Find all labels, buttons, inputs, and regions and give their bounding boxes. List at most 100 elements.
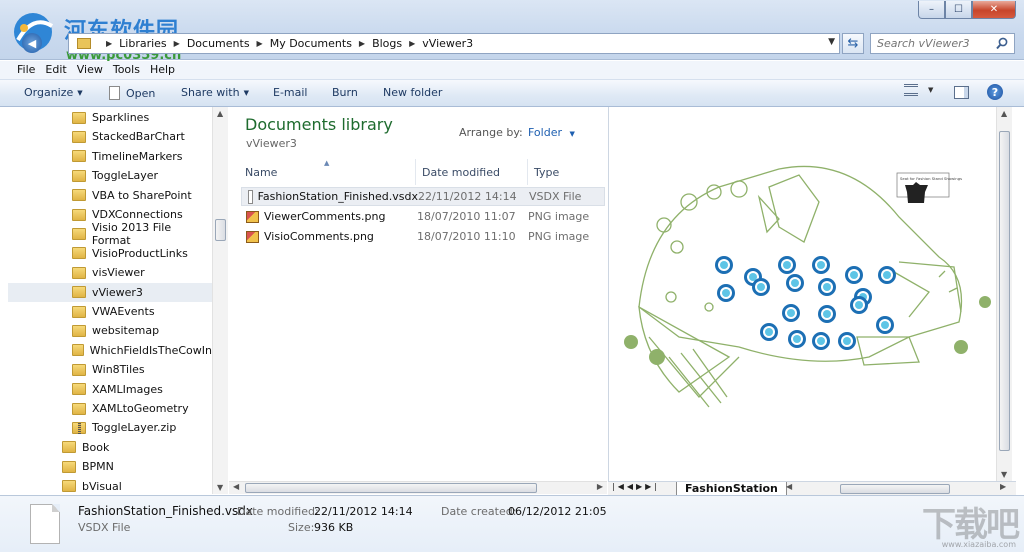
tree-scrollbar[interactable]: ▲ ▼ (212, 107, 228, 494)
tree-item[interactable]: ToggleLayer.zip (8, 418, 212, 437)
breadcrumb-blogs[interactable]: Blogs (372, 37, 402, 50)
window-controls: – ☐ ✕ (918, 1, 1016, 19)
scroll-down-icon[interactable]: ▼ (1001, 470, 1007, 479)
scroll-left-icon[interactable]: ◀ (233, 482, 239, 491)
search-icon[interactable] (996, 37, 1008, 50)
tree-item[interactable]: bVisual (8, 477, 212, 494)
chevron-right-icon[interactable]: ▶ (359, 39, 365, 48)
caret-down-icon: ▼ (77, 88, 83, 97)
scroll-thumb[interactable] (840, 484, 950, 494)
caret-down-icon: ▼ (928, 86, 934, 94)
scroll-right-icon[interactable]: ▶ (597, 482, 603, 491)
menu-tools[interactable]: Tools (108, 61, 145, 79)
tree-item[interactable]: VisioProductLinks (8, 244, 212, 263)
round-table-icon (717, 284, 735, 302)
share-with-button[interactable]: Share with ▼ (181, 86, 249, 99)
scroll-right-icon[interactable]: ▶ (1000, 482, 1006, 491)
tree-item[interactable]: StackedBarChart (8, 127, 212, 146)
folder-icon (62, 441, 76, 454)
round-table-icon (812, 256, 830, 274)
help-button[interactable]: ? (987, 84, 1003, 100)
chevron-right-icon[interactable]: ▶ (174, 39, 180, 48)
scroll-thumb[interactable] (245, 483, 537, 493)
tree-item[interactable]: XAMLImages (8, 380, 212, 399)
breadcrumb-libraries[interactable]: Libraries (119, 37, 167, 50)
round-table-icon (876, 316, 894, 334)
document-icon (109, 86, 120, 100)
column-header-date[interactable]: Date modified (416, 159, 528, 185)
tree-item[interactable]: websitemap (8, 321, 212, 340)
arrange-by-label: Arrange by: (459, 126, 523, 139)
menu-bar: File Edit View Tools Help (0, 61, 1024, 80)
scroll-thumb[interactable] (999, 131, 1010, 451)
search-box[interactable] (870, 33, 1015, 54)
folder-icon (72, 344, 84, 357)
file-row[interactable]: FashionStation_Finished.vsdx 22/11/2012 1… (241, 187, 605, 206)
open-button[interactable]: Open (109, 86, 155, 100)
tree-item[interactable]: vViewer3 (8, 282, 212, 302)
page-nav-arrows-icon[interactable]: |◀◀▶▶| (612, 482, 660, 491)
organize-label: Organize (24, 86, 74, 99)
file-list-hscrollbar[interactable]: ◀ ▶ (229, 481, 607, 494)
maximize-button[interactable]: ☐ (945, 1, 972, 19)
email-label: E-mail (273, 86, 308, 99)
back-button[interactable]: ◀ (22, 33, 42, 53)
tree-item[interactable]: Sparklines (8, 108, 212, 127)
column-header-type[interactable]: Type (528, 159, 598, 185)
column-header-name[interactable]: Name (239, 159, 416, 185)
burn-button[interactable]: Burn (332, 86, 358, 99)
organize-button[interactable]: Organize ▼ (24, 86, 83, 99)
file-name-cell: VisioComments.png (241, 230, 417, 243)
refresh-button[interactable]: ⇆ (842, 33, 864, 54)
close-button[interactable]: ✕ (972, 1, 1016, 19)
tree-item[interactable]: Win8Tiles (8, 360, 212, 379)
folder-icon (72, 383, 86, 396)
scroll-down-icon[interactable]: ▼ (217, 483, 223, 492)
preview-pane-icon (954, 86, 969, 99)
tree-item[interactable]: BPMN (8, 457, 212, 476)
scroll-thumb[interactable] (215, 219, 226, 241)
tree-item[interactable]: TimelineMarkers (8, 147, 212, 166)
breadcrumb-vviewer3[interactable]: vViewer3 (422, 37, 473, 50)
file-row[interactable]: VisioComments.png 18/07/2010 11:10 PNG ima… (241, 227, 605, 246)
folder-icon (72, 286, 86, 299)
arrange-by-dropdown[interactable]: Folder ▼ (528, 126, 575, 139)
tree-item[interactable]: visViewer (8, 263, 212, 282)
tree-item[interactable]: VWAEvents (8, 302, 212, 321)
chevron-right-icon[interactable]: ▶ (409, 39, 415, 48)
scroll-up-icon[interactable]: ▲ (1001, 109, 1007, 118)
nav-buttons: ◀ (22, 33, 42, 53)
address-bar[interactable]: ▶ Libraries ▶ Documents ▶ My Documents ▶… (68, 33, 840, 54)
tree-item[interactable]: Visio 2013 File Format (8, 221, 212, 247)
scroll-up-icon[interactable]: ▲ (217, 109, 223, 118)
tree-item[interactable]: XAMLtoGeometry (8, 399, 212, 418)
tree-item[interactable]: VBA to SharePoint (8, 186, 212, 205)
menu-help[interactable]: Help (145, 61, 180, 79)
preview-pane-button[interactable] (954, 86, 969, 99)
menu-edit[interactable]: Edit (40, 61, 71, 79)
round-table-icon (838, 332, 856, 350)
tree-item-label: ToggleLayer (92, 169, 159, 183)
chevron-right-icon[interactable]: ▶ (106, 39, 112, 48)
tree-item[interactable]: ToggleLayer (8, 166, 212, 185)
tree-item[interactable]: WhichFieldIsTheCowIn (8, 341, 212, 360)
file-type: PNG image (528, 230, 590, 243)
chevron-down-icon[interactable]: ▼ (828, 37, 835, 47)
chevron-right-icon[interactable]: ▶ (257, 39, 263, 48)
search-input[interactable] (877, 37, 992, 50)
tree-item[interactable]: Book (8, 438, 212, 457)
scroll-left-icon[interactable]: ◀ (786, 482, 792, 491)
new-folder-button[interactable]: New folder (383, 86, 442, 99)
folder-icon (77, 38, 91, 49)
email-button[interactable]: E-mail (273, 86, 308, 99)
tree-item-label: XAMLImages (92, 382, 163, 396)
preview-vscrollbar[interactable]: ▲ ▼ (996, 107, 1012, 481)
page-tab-fashionstation[interactable]: FashionStation (676, 482, 787, 496)
breadcrumb-my-documents[interactable]: My Documents (270, 37, 352, 50)
minimize-button[interactable]: – (918, 1, 945, 19)
breadcrumb-documents[interactable]: Documents (187, 37, 250, 50)
menu-file[interactable]: File (12, 61, 40, 79)
change-view-button[interactable]: ▼ (904, 84, 933, 96)
file-row[interactable]: ViewerComments.png 18/07/2010 11:07 PNG im… (241, 207, 605, 226)
menu-view[interactable]: View (72, 61, 108, 79)
